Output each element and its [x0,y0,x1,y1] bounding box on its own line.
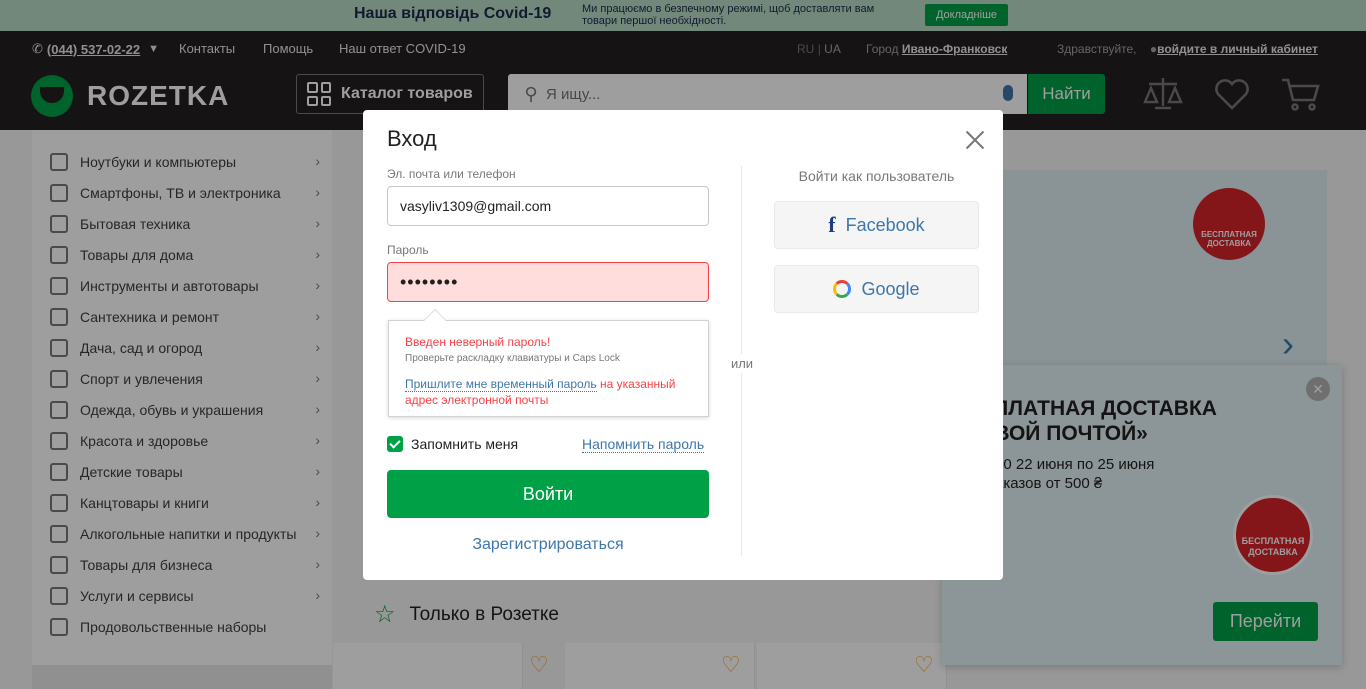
facebook-icon: f [828,212,836,237]
temp-password-link[interactable]: Пришлите мне временный пароль [405,377,597,392]
modal-title: Вход [387,126,437,151]
social-login-title: Войти как пользователь [798,168,955,184]
remind-password-link[interactable]: Напомнить пароль [582,436,705,453]
login-modal: Вход Эл. почта или телефон vasyliv1309@g… [363,110,1003,580]
facebook-login-button[interactable]: f Facebook [774,201,979,249]
google-label: Google [861,278,920,299]
remember-label: Запомнить меня [411,436,519,452]
facebook-label: Facebook [845,214,925,235]
remember-checkbox[interactable] [387,436,403,452]
email-field[interactable]: vasyliv1309@gmail.com [387,186,709,226]
login-button[interactable]: Войти [387,470,709,518]
temp-password-text: Пришлите мне временный пароль на указанн… [405,376,692,408]
password-label: Пароль [387,243,429,257]
remember-me[interactable]: Запомнить меня [387,436,518,452]
google-icon [833,280,852,298]
error-hint: Проверьте раскладку клавиатуры и Caps Lo… [405,353,620,364]
password-error-tooltip: Введен неверный пароль! Проверьте раскла… [388,309,709,417]
google-login-button[interactable]: Google [774,265,979,313]
error-message: Введен неверный пароль! [405,335,551,349]
register-link[interactable]: Зарегистрироваться [387,536,709,554]
close-icon[interactable] [963,128,987,152]
email-label: Эл. почта или телефон [387,167,516,181]
or-separator: или [728,354,756,373]
password-field[interactable]: •••••••• [387,262,709,302]
